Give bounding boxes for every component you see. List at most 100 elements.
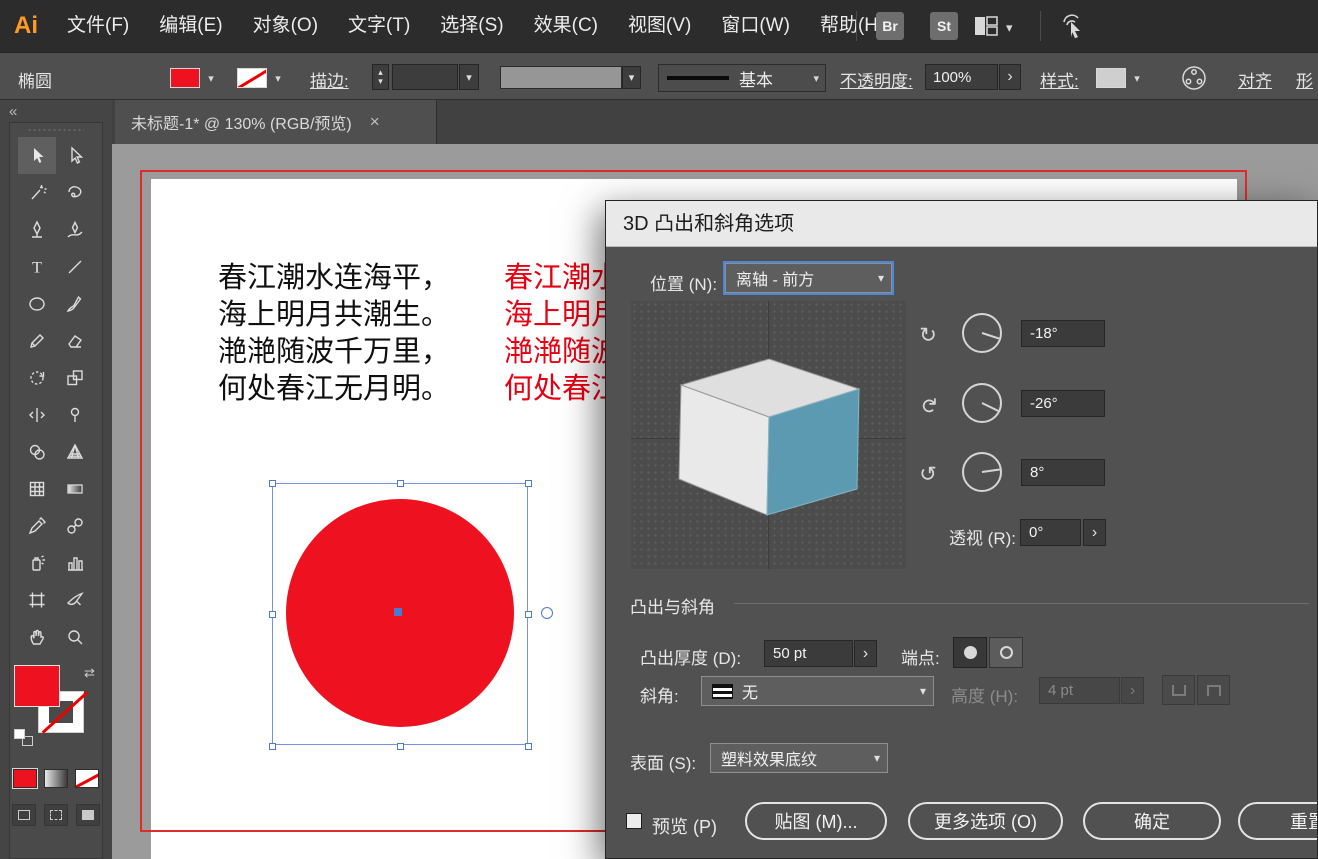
opacity-stepper-icon[interactable]: › (999, 64, 1021, 90)
width-tool[interactable] (18, 396, 56, 433)
recolor-artwork-icon[interactable] (1180, 64, 1208, 97)
handle-top-right[interactable] (525, 480, 532, 487)
pencil-tool[interactable] (18, 322, 56, 359)
rotate-z-field[interactable]: 8° (1021, 459, 1105, 486)
graphic-style-chevron-icon[interactable]: ▾ (1129, 68, 1145, 88)
stroke-weight-field[interactable] (392, 64, 458, 90)
bridge-button[interactable]: Br (876, 12, 904, 40)
stock-button[interactable]: St (930, 12, 958, 40)
shape-link-label[interactable]: 形 (1296, 67, 1313, 92)
style-link-label[interactable]: 样式: (1040, 67, 1079, 92)
artboard-tool[interactable] (18, 581, 56, 618)
menu-file[interactable]: 文件(F) (52, 0, 144, 52)
eraser-tool[interactable] (56, 322, 94, 359)
position-dropdown[interactable]: 离轴 - 前方 ▾ (725, 263, 892, 293)
handle-bottom-right[interactable] (525, 743, 532, 750)
position-chevron-icon[interactable]: ▾ (871, 271, 891, 285)
paintbrush-tool[interactable] (56, 285, 94, 322)
puppet-warp-tool[interactable] (56, 396, 94, 433)
center-anchor-point[interactable] (394, 608, 402, 616)
handle-bottom-center[interactable] (397, 743, 404, 750)
stroke-color-chevron-icon[interactable]: ▾ (270, 68, 286, 88)
perspective-grid-tool[interactable] (56, 433, 94, 470)
collapse-panel-icon[interactable]: « (9, 103, 17, 120)
live-shape-widget[interactable] (541, 607, 553, 619)
surface-dropdown[interactable]: 塑料效果底纹 ▾ (710, 743, 888, 773)
pen-tool[interactable] (18, 211, 56, 248)
draw-normal-button[interactable] (12, 804, 36, 826)
stroke-link-label[interactable]: 描边: (310, 67, 349, 92)
fill-color-swatch[interactable] (170, 68, 200, 88)
curvature-tool[interactable] (56, 211, 94, 248)
slice-tool[interactable] (56, 581, 94, 618)
draw-behind-button[interactable] (44, 804, 68, 826)
ellipse-tool[interactable] (18, 285, 56, 322)
cap-off-button[interactable] (989, 637, 1023, 668)
rotate-y-dial[interactable] (962, 383, 1002, 423)
dialog-title[interactable]: 3D 凸出和斜角选项 (606, 201, 1317, 247)
width-profile-preview[interactable] (500, 66, 622, 89)
preview-cube[interactable] (669, 337, 869, 537)
shape-builder-tool[interactable] (18, 433, 56, 470)
perspective-field[interactable]: 0° (1020, 519, 1081, 546)
fill-swatch-indicator[interactable] (14, 665, 60, 707)
tab-close-icon[interactable]: × (370, 112, 380, 132)
poem-text-black[interactable]: 春江潮水连海平， 海上明月共潮生。 滟滟随波千万里， 何处春江无月明。 (218, 260, 478, 408)
reset-button[interactable]: 重置 (1238, 802, 1317, 840)
handle-top-left[interactable] (269, 480, 276, 487)
draw-inside-button[interactable] (76, 804, 100, 826)
handle-middle-right[interactable] (525, 611, 532, 618)
type-tool[interactable]: T (18, 248, 56, 285)
workspace-chevron-icon[interactable]: ▾ (1006, 20, 1013, 36)
map-art-button[interactable]: 贴图 (M)... (745, 802, 887, 840)
gradient-tool[interactable] (56, 470, 94, 507)
handle-bottom-left[interactable] (269, 743, 276, 750)
align-link-label[interactable]: 对齐 (1238, 67, 1272, 92)
stroke-weight-chevron-icon[interactable]: ▾ (459, 64, 479, 90)
width-profile-chevron-icon[interactable]: ▾ (622, 66, 641, 89)
bevel-dropdown[interactable]: 无 ▾ (701, 676, 934, 706)
direct-selection-tool[interactable] (56, 137, 94, 174)
blend-tool[interactable] (56, 507, 94, 544)
rotate-z-dial[interactable] (962, 452, 1002, 492)
stroke-color-swatch[interactable] (237, 68, 267, 88)
pointer-broadcast-icon[interactable] (1058, 12, 1088, 45)
surface-chevron-icon[interactable]: ▾ (867, 751, 887, 765)
menu-view[interactable]: 视图(V) (613, 0, 706, 52)
swap-fill-stroke-icon[interactable]: ⇄ (84, 665, 95, 681)
step-down-icon[interactable]: ▾ (378, 77, 383, 86)
color-button[interactable] (12, 768, 38, 789)
depth-stepper-icon[interactable]: › (854, 640, 877, 667)
cap-on-button[interactable] (953, 637, 987, 668)
menu-object[interactable]: 对象(O) (238, 0, 333, 52)
scale-tool[interactable] (56, 359, 94, 396)
menu-type[interactable]: 文字(T) (333, 0, 425, 52)
eyedropper-tool[interactable] (18, 507, 56, 544)
ok-button[interactable]: 确定 (1083, 802, 1221, 840)
rotation-track-cube[interactable] (631, 301, 906, 569)
stroke-weight-stepper[interactable]: ▴ ▾ (372, 64, 389, 90)
zoom-tool[interactable] (56, 618, 94, 655)
rotate-y-field[interactable]: -26° (1021, 390, 1105, 417)
selection-tool[interactable] (18, 137, 56, 174)
brush-definition-dropdown[interactable]: 基本 ▾ (658, 64, 826, 92)
extrude-depth-field[interactable]: 50 pt (764, 640, 853, 667)
handle-middle-left[interactable] (269, 611, 276, 618)
lasso-tool[interactable] (56, 174, 94, 211)
menu-edit[interactable]: 编辑(E) (144, 0, 237, 52)
workspace-switcher-icon[interactable] (974, 16, 998, 41)
menu-effect[interactable]: 效果(C) (519, 0, 613, 52)
symbol-sprayer-tool[interactable] (18, 544, 56, 581)
fill-color-chevron-icon[interactable]: ▾ (203, 68, 219, 88)
gradient-button[interactable] (44, 769, 68, 788)
menu-window[interactable]: 窗口(W) (706, 0, 805, 52)
panel-grip[interactable] (28, 126, 84, 134)
document-tab[interactable]: 未标题-1* @ 130% (RGB/预览) × (115, 100, 437, 144)
graphic-style-swatch[interactable] (1096, 68, 1126, 88)
rotate-tool[interactable] (18, 359, 56, 396)
column-graph-tool[interactable] (56, 544, 94, 581)
rotate-x-field[interactable]: -18° (1021, 320, 1105, 347)
more-options-button[interactable]: 更多选项 (O) (908, 802, 1063, 840)
bevel-chevron-icon[interactable]: ▾ (913, 684, 933, 698)
default-fill-stroke-icon[interactable] (14, 729, 34, 747)
